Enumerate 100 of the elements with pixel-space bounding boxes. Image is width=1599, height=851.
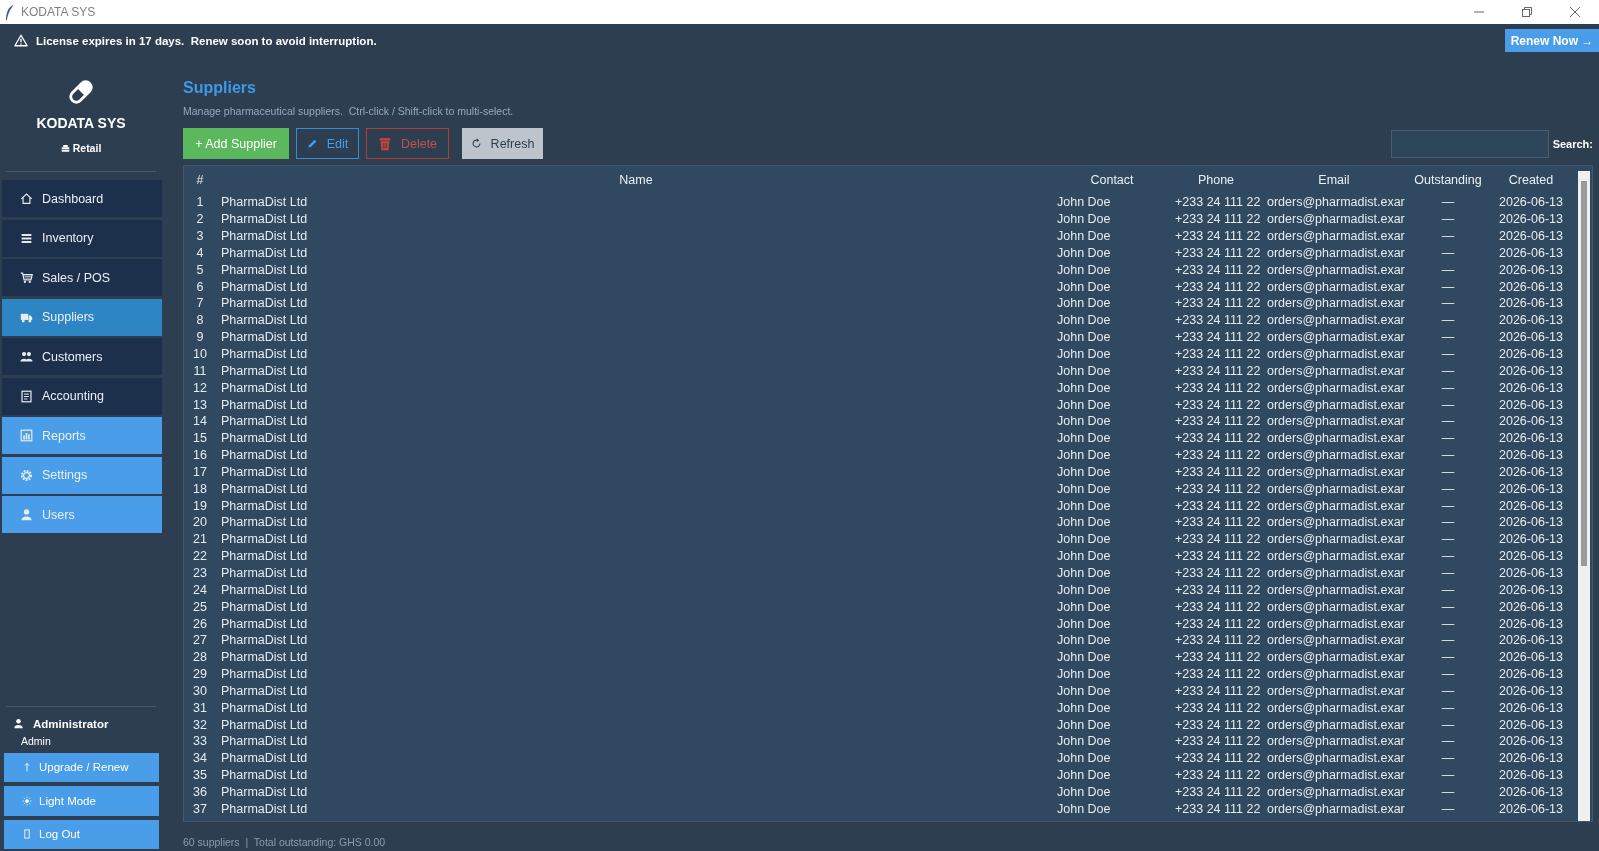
bar-chart-icon [20,429,33,442]
contact-name: John Doe [1057,717,1111,733]
contact-name: John Doe [1057,296,1111,312]
outstanding-amount: — [1441,515,1455,531]
email-address: orders@pharmadist.exar [1267,549,1405,565]
row-number: 8 [196,313,204,329]
scrollbar-thumb[interactable] [1581,181,1587,566]
outstanding-amount: — [1441,599,1455,615]
email-address: orders@pharmadist.exar [1267,751,1405,767]
created-date: 2026-06-13 [1499,464,1563,480]
column-header[interactable]: Outstanding [1414,173,1482,188]
edit-button[interactable]: Edit [296,128,359,159]
created-date: 2026-06-13 [1499,717,1563,733]
outstanding-amount: — [1441,380,1455,396]
phone-number: +233 24 111 22 [1175,414,1261,430]
outstanding-amount: — [1441,448,1455,464]
created-date: 2026-06-13 [1499,549,1563,565]
close-icon [1570,7,1580,17]
sidebar-item[interactable]: Suppliers [2,298,162,336]
row-number: 4 [196,245,204,261]
supplier-name: PharmaDist Ltd [221,515,308,531]
row-number: 23 [193,566,207,581]
created-date: 2026-06-13 [1499,212,1563,228]
phone-number: +233 24 111 22 [1175,380,1261,396]
warning-icon [14,34,28,47]
row-number: 5 [196,262,204,278]
sidebar-item[interactable]: Inventory [2,219,162,257]
outstanding-amount: — [1441,229,1455,245]
row-number: 22 [193,549,207,565]
outstanding-amount: — [1441,734,1455,750]
column-header[interactable]: Contact [1090,173,1134,188]
outstanding-amount: — [1441,363,1455,379]
contact-name: John Doe [1057,566,1111,581]
outstanding-amount: — [1441,397,1455,413]
row-number: 18 [193,481,207,497]
created-date: 2026-06-13 [1499,768,1563,784]
row-number: 28 [193,650,207,666]
phone-number: +233 24 111 22 [1175,448,1261,464]
page-title: Suppliers [183,78,256,98]
supplier-name: PharmaDist Ltd [221,229,308,245]
email-address: orders@pharmadist.exar [1267,397,1405,413]
outstanding-amount: — [1441,532,1455,548]
outstanding-amount: — [1441,751,1455,767]
pencil-icon [306,138,318,149]
scrollbar[interactable] [1578,171,1590,821]
sidebar-item[interactable]: Sales / POS [2,259,162,296]
refresh-icon [470,138,482,149]
contact-name: John Doe [1057,347,1111,362]
contact-name: John Doe [1057,599,1111,615]
column-header[interactable]: Name [619,173,653,188]
column-header[interactable]: # [196,173,204,188]
row-number: 27 [193,633,207,649]
row-number: 12 [193,380,207,396]
search-field[interactable] [1390,129,1549,158]
email-address: orders@pharmadist.exar [1267,532,1405,548]
sidebar-item[interactable]: Customers [2,338,162,375]
phone-number: +233 24 111 22 [1175,397,1261,413]
row-number: 9 [196,330,204,346]
row-number: 7 [196,296,204,312]
email-address: orders@pharmadist.exar [1267,212,1405,228]
email-address: orders@pharmadist.exar [1267,768,1405,784]
supplier-name: PharmaDist Ltd [221,431,308,447]
created-date: 2026-06-13 [1499,734,1563,750]
contact-name: John Doe [1057,768,1111,784]
phone-number: +233 24 111 22 [1175,212,1261,228]
refresh-button[interactable]: Refresh [462,128,543,159]
contact-name: John Doe [1057,498,1111,514]
supplier-name: PharmaDist Ltd [221,650,308,666]
row-number: 17 [193,464,207,480]
phone-number: +233 24 111 22 [1175,195,1261,211]
phone-number: +233 24 111 22 [1175,616,1261,632]
contact-name: John Doe [1057,448,1111,464]
contact-name: John Doe [1057,464,1111,480]
supplier-name: PharmaDist Ltd [221,582,308,598]
sidebar-item[interactable]: Accounting [2,377,162,415]
created-date: 2026-06-13 [1499,245,1563,261]
supplier-name: PharmaDist Ltd [221,633,308,649]
outstanding-amount: — [1441,633,1455,649]
row-number: 2 [196,212,204,228]
supplier-name: PharmaDist Ltd [221,599,308,615]
phone-number: +233 24 111 22 [1175,481,1261,497]
contact-name: John Doe [1057,734,1111,750]
row-number: 30 [193,683,207,699]
created-date: 2026-06-13 [1499,363,1563,379]
contact-name: John Doe [1057,363,1111,379]
row-number: 35 [193,768,207,784]
phone-number: +233 24 111 22 [1175,734,1261,750]
email-address: orders@pharmadist.exar [1267,262,1405,278]
created-date: 2026-06-13 [1499,801,1563,817]
column-header[interactable]: Phone [1197,173,1235,188]
contact-name: John Doe [1057,667,1111,683]
column-header[interactable]: Created [1508,173,1554,188]
email-address: orders@pharmadist.exar [1267,313,1405,329]
column-header[interactable]: Email [1318,173,1350,188]
contact-name: John Doe [1057,616,1111,632]
sidebar-item[interactable]: Dashboard [2,180,162,217]
outstanding-amount: — [1441,667,1455,683]
contact-name: John Doe [1057,801,1111,817]
row-number: 19 [193,498,207,514]
email-address: orders@pharmadist.exar [1267,566,1405,581]
